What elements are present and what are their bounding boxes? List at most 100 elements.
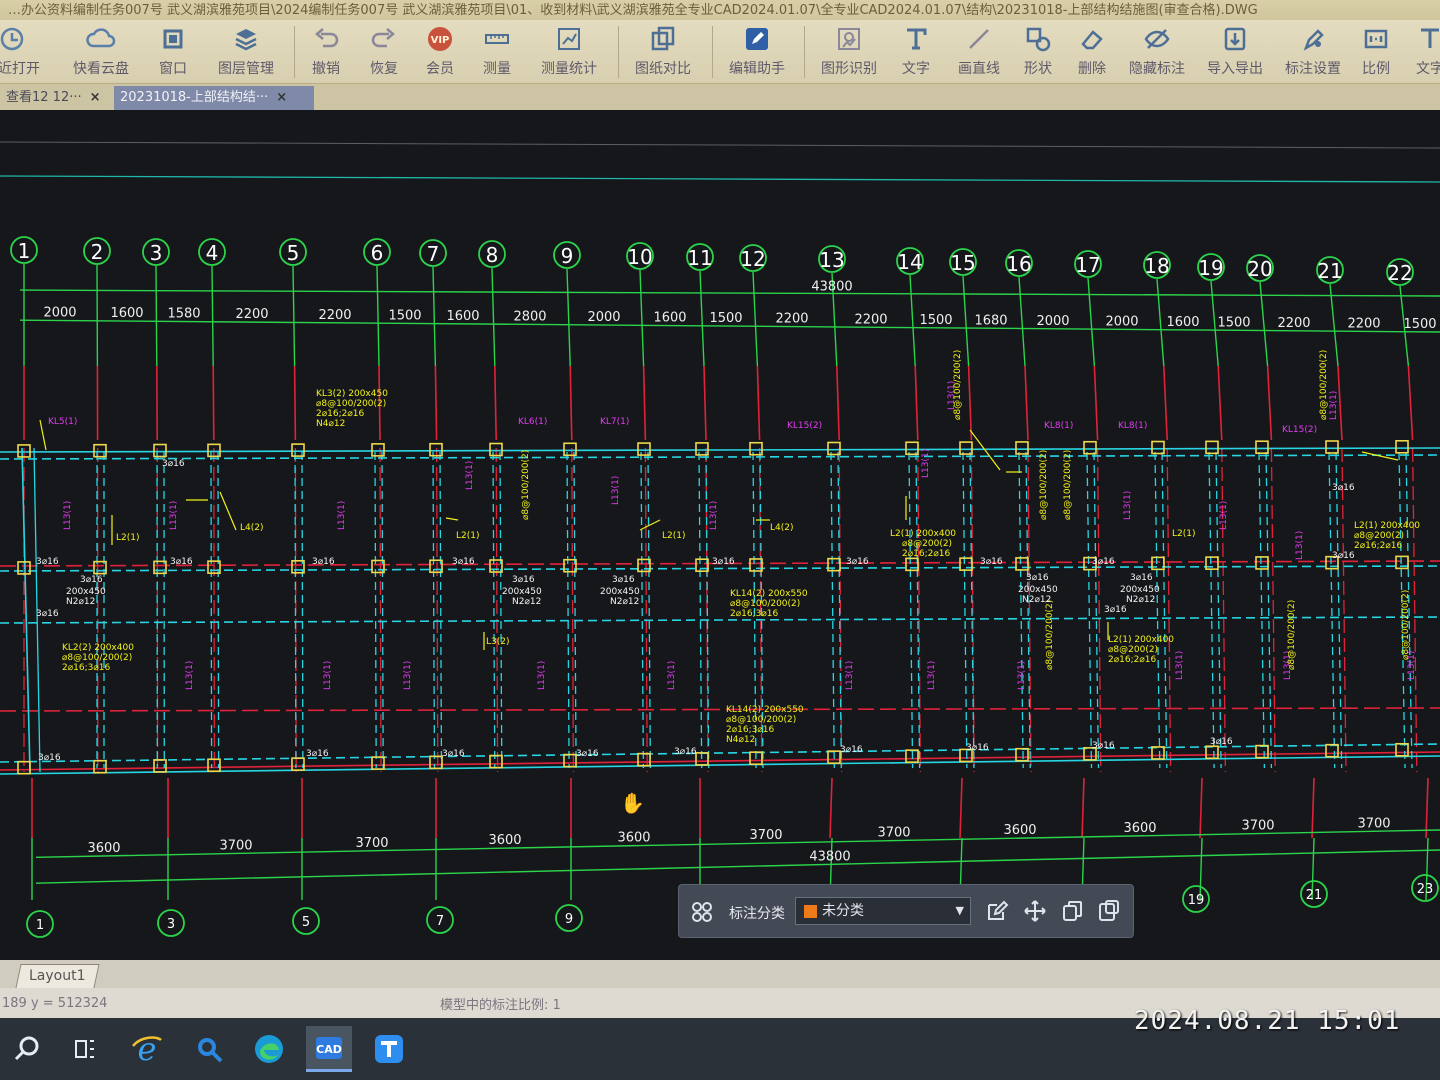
beam-annotation-yellow: KL3(2) 200x450 — [316, 389, 388, 399]
axis-line-red-bottom — [1081, 777, 1085, 839]
top-spacing-dim-text: 1500 — [388, 308, 421, 323]
column-marker — [1325, 440, 1339, 454]
beam-annotation-magenta: L13(1) — [169, 501, 179, 530]
beam-line-vertical — [381, 451, 384, 769]
column-marker — [1325, 743, 1339, 758]
toolbar-vip-button[interactable]: VIP 会员 — [418, 20, 462, 84]
toolbar-text-button-2[interactable]: 文字 — [1410, 20, 1440, 84]
beam-annotation-white: 3⌀16 — [36, 557, 59, 567]
beam-annotation-yellow: 2⌀16;3⌀16 — [62, 663, 110, 673]
search-icon — [14, 1036, 39, 1061]
axis-line-interior — [435, 447, 439, 773]
beam-annotation-magenta: L13(1) — [1329, 391, 1339, 420]
grid-menu-icon[interactable] — [691, 901, 713, 923]
toolbar-cloud-button[interactable]: 快看云盘 — [66, 20, 136, 84]
close-icon[interactable]: × — [90, 90, 101, 105]
taskbar-cad-button[interactable]: CAD — [306, 1026, 352, 1072]
toolbar-text-button[interactable]: 文字 — [894, 20, 938, 84]
axis-line-red-top — [967, 365, 973, 441]
shape-icon — [1026, 27, 1051, 52]
toolbar-compare-button[interactable]: 图纸对比 — [628, 20, 698, 84]
taskbar-app-button[interactable] — [366, 1026, 412, 1072]
tab-document-2[interactable]: 20231018-上部结构结··· × — [114, 86, 314, 110]
axis-bubble-top-label: 18 — [1144, 254, 1169, 278]
beam-line-vertical — [1161, 451, 1168, 769]
column-marker — [1255, 744, 1269, 759]
top-spacing-dim-text: 2000 — [43, 306, 76, 321]
toolbar-hide-annotation-button[interactable]: 隐藏标注 — [1124, 20, 1190, 84]
toolbar-edit-assistant-button[interactable]: 编辑助手 — [722, 20, 792, 84]
recognize-icon — [838, 28, 860, 50]
axis-line-red-bottom — [1425, 777, 1429, 839]
close-icon[interactable]: × — [276, 90, 287, 105]
recent-icon — [0, 27, 24, 51]
taskbar-edge-button[interactable] — [246, 1026, 292, 1072]
beam-annotation-yellow: ⌀8@100/200(2) — [1045, 600, 1055, 670]
beam-annotation-magenta: KL15(2) — [1282, 425, 1317, 435]
toolbar-undo-button[interactable]: 撤销 — [304, 20, 348, 84]
toolbar-scale-button[interactable]: 比例 — [1356, 20, 1396, 84]
column-marker — [1151, 746, 1165, 760]
photo-timestamp: 2024.08.21 15:01 — [1134, 1006, 1401, 1036]
top-spacing-dim-text: 1600 — [653, 311, 686, 326]
toolbar-import-export-button[interactable]: 导入导出 — [1202, 20, 1268, 84]
eraser-icon — [1081, 30, 1103, 50]
beam-annotation-white: 200x450 — [502, 587, 542, 597]
document-tab-bar: 查看12 12··· × 20231018-上部结构结··· × — [0, 84, 1440, 110]
column-marker — [291, 757, 305, 771]
toolbar-delete-button[interactable]: 删除 — [1070, 20, 1114, 84]
edit-icon[interactable] — [985, 899, 1009, 923]
toolbar-layers-button[interactable]: 图层管理 — [212, 20, 280, 84]
beam-line-vertical — [566, 451, 570, 769]
cloud-icon — [86, 28, 116, 48]
axis-bubble-top-label: 13 — [819, 248, 844, 272]
drawing-canvas[interactable]: 1 2 3 4 5 6 7 8 9 10 11 12 13 14 15 16 17 18 19 20 21 22 1 3 5 7 9… — [0, 110, 1440, 968]
toolbar-line-button[interactable]: 画直线 — [952, 20, 1006, 84]
beam-line-vertical — [374, 451, 377, 769]
tab-layout1[interactable]: Layout1 — [15, 964, 100, 988]
toolbar-shape-button[interactable]: 形状 — [1016, 20, 1060, 84]
copy-icon[interactable] — [1061, 899, 1085, 923]
beam-annotation-white: 3⌀16 — [38, 753, 61, 763]
beam-annotation-magenta: L13(1) — [403, 661, 413, 690]
internet-explorer-icon: e — [132, 1032, 162, 1066]
toolbar-annotation-settings-button[interactable]: 标注设置 — [1280, 20, 1346, 84]
beam-annotation-yellow: ⌀8@100/200(2) — [1401, 590, 1411, 660]
toolbar-measure-button[interactable]: 测量 — [474, 20, 520, 84]
toolbar-recent-button[interactable]: 最近打开 — [0, 20, 44, 84]
paste-icon[interactable] — [1097, 899, 1121, 923]
beam-line-vertical — [301, 451, 304, 769]
axis-line-red-top — [1024, 365, 1029, 441]
axis-line-green-top — [1156, 278, 1165, 367]
toolbar-redo-button[interactable]: 恢复 — [362, 20, 406, 84]
beam-annotation-magenta: L13(1) — [465, 461, 475, 490]
beam-line-vertical — [698, 451, 703, 769]
taskbar-search-button[interactable] — [4, 1026, 50, 1072]
classify-select[interactable]: 未分类 ▼ — [795, 897, 971, 925]
axis-line-interior — [1096, 447, 1102, 773]
beam-annotation-yellow: L3(2) — [486, 637, 510, 647]
toolbar-measure-stats-button[interactable]: 测量统计 — [532, 20, 606, 84]
svg-text:CAD: CAD — [316, 1043, 342, 1056]
beam-annotation-magenta: L13(1) — [927, 661, 937, 690]
taskbar-ie-button[interactable]: e — [124, 1026, 170, 1072]
beam-annotation-white: 3⌀16 — [512, 575, 535, 585]
taskbar-task-view-button[interactable] — [62, 1026, 108, 1072]
move-icon[interactable] — [1023, 899, 1047, 923]
toolbar-window-button[interactable]: 窗口 — [150, 20, 196, 84]
beam-annotation-white: 200x450 — [66, 587, 106, 597]
beam-annotation-yellow: L2(1) — [662, 531, 686, 541]
toolbar-recognize-button[interactable]: 图形识别 — [814, 20, 884, 84]
axis-bubble-top-label: 7 — [427, 242, 440, 266]
axis-line-interior — [1221, 447, 1227, 773]
column-marker — [429, 755, 443, 770]
tab-document-1[interactable]: 查看12 12··· × — [0, 86, 112, 110]
axis-line-green-top — [211, 265, 214, 367]
beam-annotation-white: 3⌀16 — [452, 557, 475, 567]
cad-app-icon: CAD — [316, 1036, 342, 1059]
beam-annotation-yellow: 2⌀16;2⌀16 — [316, 409, 364, 419]
beam-annotation-yellow: L2(1) — [456, 531, 480, 541]
beam-annotation-yellow: N4⌀12 — [316, 419, 345, 429]
top-spacing-dim-text: 1500 — [919, 313, 952, 328]
taskbar-search-app-button[interactable] — [186, 1026, 232, 1072]
